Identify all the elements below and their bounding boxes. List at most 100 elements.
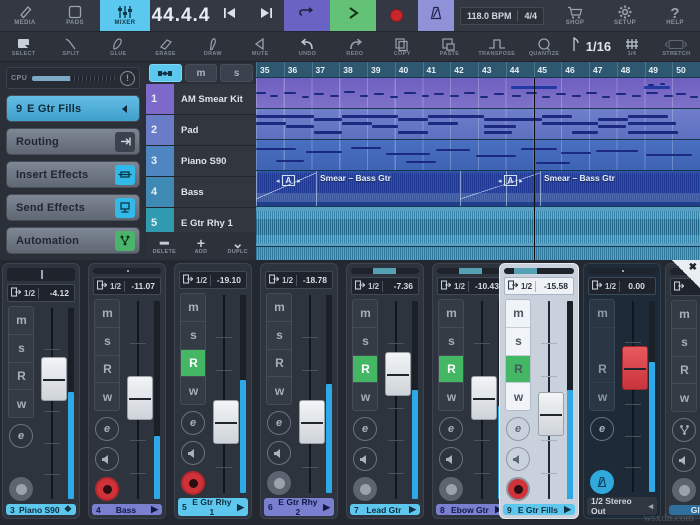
solo-button[interactable]: s: [267, 322, 291, 350]
record-toggle[interactable]: [267, 471, 291, 495]
automation-badge[interactable]: ◂A▸: [276, 175, 301, 186]
clip-lane-3[interactable]: [256, 140, 700, 171]
monitor-button[interactable]: [95, 447, 119, 471]
output-routing[interactable]: 1/2 -18.78: [265, 271, 333, 289]
edit-button[interactable]: e: [267, 411, 291, 435]
record-toggle[interactable]: [9, 477, 33, 501]
mixer-global-strip[interactable]: m s R w Global: [665, 263, 700, 519]
mute-button[interactable]: m: [439, 300, 463, 328]
channel-name-button[interactable]: 7 Lead Gtr ▶: [350, 504, 420, 515]
inspector-selected-track[interactable]: 9 E Gtr Fills: [6, 95, 140, 122]
solo-button[interactable]: s: [506, 328, 530, 356]
track-row[interactable]: 1 AM Smear Kit: [146, 84, 256, 115]
mixer-channel-strip[interactable]: 1/2 -19.10 m s R w e: [174, 263, 252, 519]
mute-button[interactable]: m: [506, 300, 530, 328]
output-routing[interactable]: 1/2 -15.58: [504, 277, 574, 295]
mute-button[interactable]: m: [672, 301, 696, 329]
inspector-row-send-effects[interactable]: Send Effects: [6, 194, 140, 221]
edit-button[interactable]: e: [181, 411, 205, 435]
record-toggle[interactable]: [672, 478, 696, 502]
record-arm-button[interactable]: R: [267, 350, 291, 378]
monitor-button[interactable]: [506, 447, 530, 471]
inspector-row-insert-effects[interactable]: Insert Effects: [6, 161, 140, 188]
solo-button[interactable]: s: [9, 335, 33, 363]
record-arm-button[interactable]: R: [506, 356, 530, 384]
stretch-button[interactable]: STRETCH: [653, 32, 700, 61]
mute-button[interactable]: m: [590, 300, 614, 328]
solo-button[interactable]: s: [181, 322, 205, 350]
solo-button[interactable]: s: [672, 329, 696, 357]
clip-lane-1[interactable]: [256, 78, 700, 109]
mixer-button[interactable]: MIXER: [100, 0, 150, 31]
mixer-channel-strip[interactable]: 1/2 -11.07 m s R w e: [88, 263, 166, 519]
write-automation-button[interactable]: w: [590, 383, 614, 410]
arranger[interactable]: 35 36 37 38 39 40 41 42 43 44 45 46 47 4…: [256, 62, 700, 260]
edit-button[interactable]: e: [95, 417, 119, 441]
solo-button[interactable]: s: [95, 328, 119, 356]
track-row[interactable]: 3 Piano S90: [146, 146, 256, 177]
solo-button[interactable]: s: [353, 328, 377, 356]
rewind-button[interactable]: [212, 0, 248, 31]
mute-button[interactable]: m: [9, 307, 33, 335]
record-toggle[interactable]: [95, 477, 119, 501]
mixer-channel-strip[interactable]: 1/2 -7.36 m s R w e: [346, 263, 424, 519]
mixer-channel-strip[interactable]: 1/2 -4.12 m s R w e: [2, 263, 80, 519]
record-arm-button[interactable]: R: [590, 356, 614, 384]
write-automation-button[interactable]: w: [95, 383, 119, 410]
volume-fader[interactable]: [296, 293, 333, 495]
timeline-ruler[interactable]: 35 36 37 38 39 40 41 42 43 44 45 46 47 4…: [256, 62, 700, 78]
clip-lane-5[interactable]: [256, 207, 700, 247]
write-automation-button[interactable]: w: [672, 384, 696, 411]
solo-all-icon[interactable]: s: [220, 64, 253, 82]
volume-fader[interactable]: [210, 293, 247, 495]
automation-badge[interactable]: ◂A▸: [498, 175, 523, 186]
channel-name-button[interactable]: 8 Ebow Gtr ▶: [436, 504, 506, 515]
write-automation-button[interactable]: w: [353, 383, 377, 410]
channel-name-button[interactable]: 9 E Gtr Fills ▶: [503, 504, 575, 515]
volume-fader[interactable]: [382, 299, 419, 501]
mixer-channel-strip-selected[interactable]: 1/2 -15.58 m s R w e: [499, 263, 579, 519]
help-button[interactable]: ? HELP: [650, 0, 700, 31]
tool-mute[interactable]: MUTE: [237, 32, 284, 61]
edit-button[interactable]: e: [9, 424, 33, 448]
tool-redo[interactable]: REDO: [331, 32, 378, 61]
output-routing[interactable]: 1/2 -4.12: [7, 284, 75, 302]
write-automation-button[interactable]: w: [506, 383, 530, 410]
channel-name-button[interactable]: 4 Bass ▶: [92, 504, 162, 515]
resize-icon[interactable]: ◂: [648, 501, 653, 512]
time-display[interactable]: 44.4.4: [150, 0, 212, 31]
monitor-button[interactable]: [181, 441, 205, 465]
track-row[interactable]: 2 Pad: [146, 115, 256, 146]
tool-split[interactable]: SPLIT: [47, 32, 94, 61]
record-arm-button[interactable]: R: [181, 350, 205, 378]
edit-button[interactable]: e: [353, 417, 377, 441]
output-routing[interactable]: 1/2 -11.07: [93, 277, 161, 295]
record-arm-button[interactable]: R: [9, 363, 33, 391]
tool-copy[interactable]: COPY: [379, 32, 426, 61]
monitor-button[interactable]: [353, 447, 377, 471]
pan-control[interactable]: [7, 268, 75, 281]
record-arm-button[interactable]: R: [439, 356, 463, 384]
mixer-channel-strip[interactable]: 1/2 -18.78 m s R w e: [260, 263, 338, 519]
loop-button[interactable]: [284, 0, 330, 31]
volume-fader[interactable]: [38, 306, 75, 501]
clip-lane-4[interactable]: ◂A▸ Smear – Bass Gtr ◂A▸ Smear – Bass Gt…: [256, 171, 700, 207]
record-arm-button[interactable]: R: [672, 357, 696, 385]
monitor-button[interactable]: [267, 441, 291, 465]
output-routing[interactable]: 1/2 0.00: [588, 277, 656, 295]
pan-control[interactable]: [437, 268, 505, 274]
chevron-left-icon[interactable]: [115, 99, 135, 119]
edit-button[interactable]: e: [506, 417, 530, 441]
grid-button[interactable]: 1/4: [611, 32, 653, 61]
warning-icon[interactable]: !: [120, 71, 135, 86]
clip-lane-6[interactable]: [256, 247, 700, 260]
automation-icon[interactable]: [672, 418, 696, 442]
mute-all-icon[interactable]: m: [185, 64, 218, 82]
monitor-button[interactable]: [439, 447, 463, 471]
mute-button[interactable]: m: [95, 300, 119, 328]
tool-draw[interactable]: DRAW: [189, 32, 236, 61]
tempo-box[interactable]: 118.0 BPM 4/4: [460, 7, 544, 25]
arranger-lanes[interactable]: ◂A▸ Smear – Bass Gtr ◂A▸ Smear – Bass Gt…: [256, 78, 700, 260]
output-routing[interactable]: 1/2 -19.10: [179, 271, 247, 289]
tool-glue[interactable]: GLUE: [95, 32, 142, 61]
